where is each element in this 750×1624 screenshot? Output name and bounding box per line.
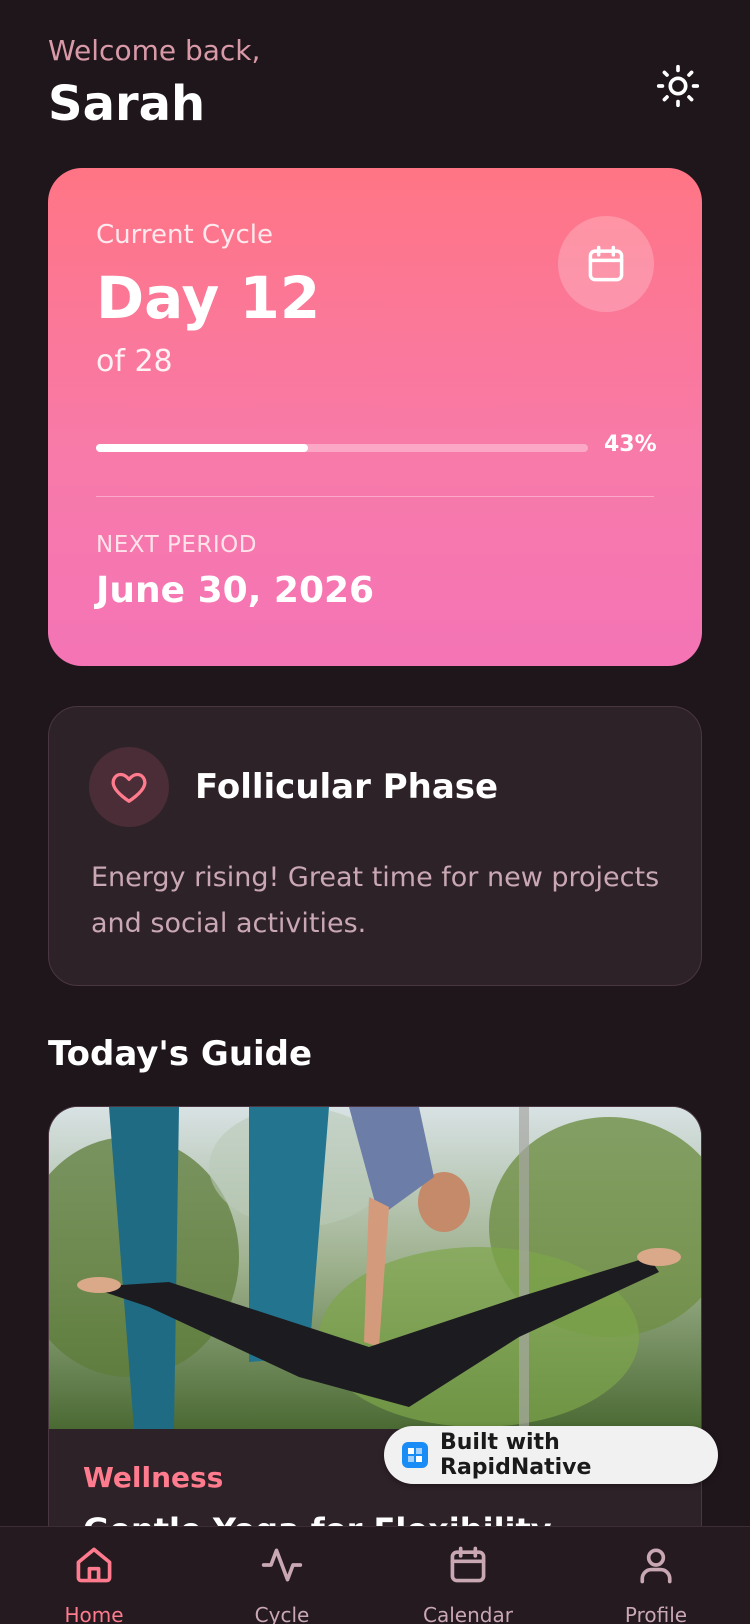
home-icon [76, 1547, 112, 1583]
guide-category: Wellness [83, 1461, 224, 1494]
cycle-day: Day 12 [96, 264, 321, 332]
heart-icon [111, 772, 147, 803]
home-screen: Welcome back, Sarah Current Cycle Day 12… [0, 0, 750, 1624]
tab-home[interactable]: Home [34, 1527, 154, 1624]
calendar-icon [588, 245, 624, 282]
cycle-calendar-button[interactable] [558, 216, 654, 312]
tab-cycle[interactable]: Cycle [222, 1527, 342, 1624]
tab-label: Home [64, 1603, 124, 1624]
tab-profile[interactable]: Profile [596, 1527, 716, 1624]
tab-label: Profile [624, 1603, 688, 1624]
built-with-text: Built with RapidNative [440, 1430, 592, 1480]
greeting-text: Welcome back, [48, 34, 261, 67]
theme-toggle-button[interactable] [650, 58, 706, 114]
yoga-photo [49, 1107, 701, 1429]
cycle-progress-percent: 43% [604, 432, 657, 457]
phase-title: Follicular Phase [195, 767, 499, 807]
tab-calendar[interactable]: Calendar [408, 1527, 528, 1624]
phase-icon-circle [89, 747, 169, 827]
next-period-date: June 30, 2026 [96, 570, 375, 611]
phase-description: Energy rising! Great time for new projec… [91, 862, 660, 939]
sun-icon [656, 64, 700, 108]
tab-label: Calendar [423, 1603, 513, 1624]
next-period-label: NEXT PERIOD [96, 532, 257, 558]
built-with-badge[interactable]: Built with RapidNative [384, 1426, 718, 1484]
guide-image [49, 1107, 701, 1429]
user-icon [640, 1548, 672, 1584]
rapidnative-logo-icon [402, 1442, 428, 1468]
cycle-progress-bar [96, 444, 588, 452]
calendar-icon [450, 1546, 486, 1583]
tab-label: Cycle [254, 1603, 310, 1624]
phase-card[interactable]: Follicular Phase Energy rising! Great ti… [48, 706, 702, 986]
cycle-label: Current Cycle [96, 220, 273, 250]
divider [96, 496, 654, 497]
cycle-progress-fill [96, 444, 308, 452]
current-cycle-card[interactable]: Current Cycle Day 12 of 28 43% NEXT PERI… [48, 168, 702, 666]
activity-icon [261, 1548, 303, 1582]
bottom-tab-bar: Home Cycle Calendar Profile [0, 1526, 750, 1624]
username: Sarah [48, 76, 206, 132]
section-title: Today's Guide [48, 1034, 313, 1074]
cycle-total: of 28 [96, 344, 173, 379]
